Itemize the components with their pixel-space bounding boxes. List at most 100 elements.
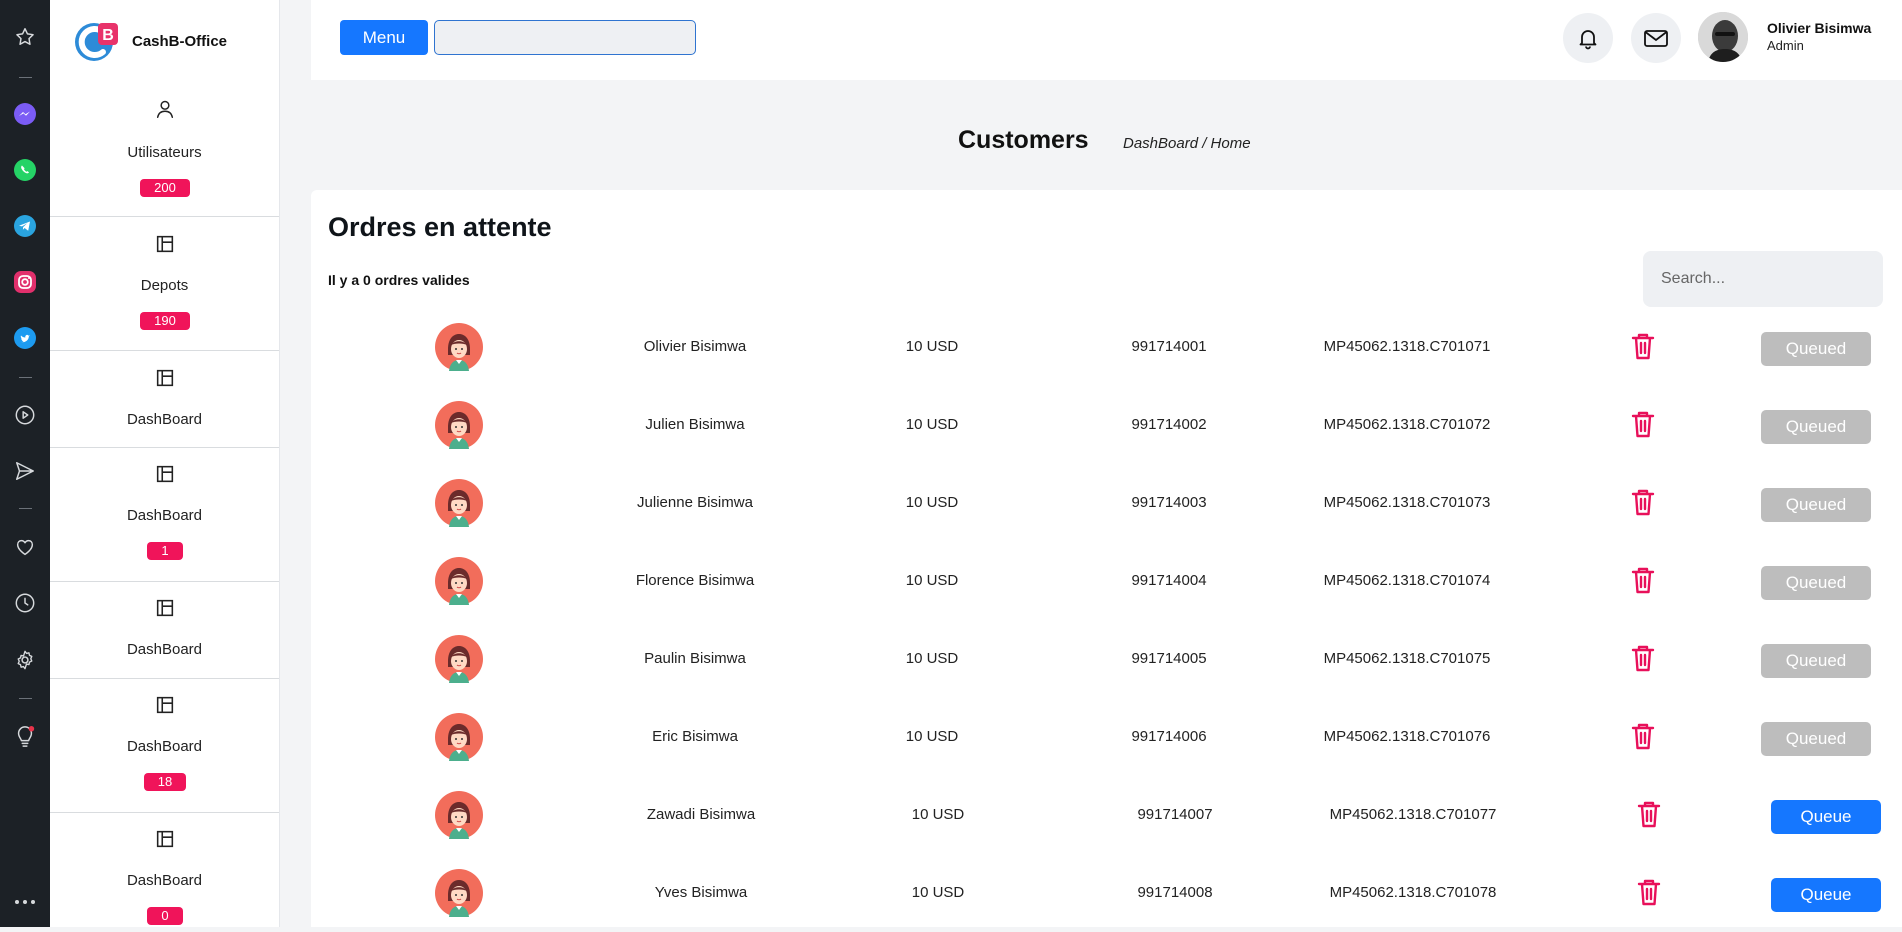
messenger-icon[interactable]	[13, 102, 37, 126]
delete-icon[interactable]	[1629, 409, 1657, 439]
settings-icon[interactable]	[13, 648, 37, 672]
rail-divider	[19, 377, 32, 378]
table-row[interactable]: Yves Bisimwa 10 USD 991714008 MP45062.1318.…	[311, 854, 1902, 932]
sidebar-item-dashboard[interactable]: DashBoard	[50, 582, 279, 679]
mail-icon	[1644, 30, 1668, 47]
queue-button[interactable]: Queue	[1771, 800, 1881, 834]
top-bar: Menu Olivier Bisimwa Admin	[311, 0, 1902, 80]
instagram-icon[interactable]	[13, 270, 37, 294]
rail-divider	[19, 698, 32, 699]
delete-icon[interactable]	[1629, 721, 1657, 751]
order-reference: MP45062.1318.C701074	[1323, 572, 1491, 589]
table-row[interactable]: Florence Bisimwa 10 USD 991714004 MP45062.1…	[311, 542, 1902, 620]
layout-icon	[156, 235, 174, 253]
customer-name: Julienne Bisimwa	[637, 494, 753, 511]
user-avatar[interactable]	[1698, 12, 1748, 62]
queue-button[interactable]: Queue	[1771, 878, 1881, 912]
star-icon[interactable]	[13, 25, 37, 49]
queued-button[interactable]: Queued	[1761, 488, 1871, 522]
delete-icon[interactable]	[1629, 331, 1657, 361]
whatsapp-icon[interactable]	[13, 158, 37, 182]
notifications-button[interactable]	[1563, 13, 1613, 63]
table-row[interactable]: Zawadi Bisimwa 10 USD 991714007 MP45062.131…	[311, 776, 1902, 854]
brand[interactable]: B CashB-Office	[72, 18, 227, 64]
table-row[interactable]: Julienne Bisimwa 10 USD 991714003 MP45062.1…	[311, 464, 1902, 542]
customer-name: Paulin Bisimwa	[644, 650, 746, 667]
order-amount: 10 USD	[905, 494, 959, 511]
customer-name: Zawadi Bisimwa	[646, 806, 756, 823]
heart-icon[interactable]	[13, 535, 37, 559]
count-badge: 190	[140, 312, 190, 330]
order-reference: MP45062.1318.C701072	[1323, 416, 1491, 433]
sidebar-item-dashboard[interactable]: DashBoard 18	[50, 679, 279, 813]
sidebar-item-label: DashBoard	[126, 872, 203, 889]
telegram-icon[interactable]	[13, 214, 37, 238]
delete-icon[interactable]	[1635, 799, 1663, 829]
layout-icon	[156, 369, 174, 387]
order-amount: 10 USD	[911, 884, 965, 901]
page-title: Customers	[958, 126, 1089, 154]
breadcrumb[interactable]: DashBoard / Home	[1123, 135, 1251, 152]
table-row[interactable]: Paulin Bisimwa 10 USD 991714005 MP45062.131…	[311, 620, 1902, 698]
queued-button[interactable]: Queued	[1761, 332, 1871, 366]
delete-icon[interactable]	[1629, 565, 1657, 595]
customer-name: Eric Bisimwa	[652, 728, 738, 745]
customer-avatar	[435, 401, 483, 449]
customer-avatar	[435, 479, 483, 527]
delete-icon[interactable]	[1629, 487, 1657, 517]
more-icon[interactable]	[13, 890, 37, 914]
sidebar-item-dashboard[interactable]: DashBoard 1	[50, 448, 279, 582]
order-phone: 991714006	[1131, 728, 1207, 745]
count-badge: 18	[144, 773, 186, 791]
count-badge: 200	[140, 179, 190, 197]
app-sidebar: B CashB-Office Utilisateurs 200 Depots 1…	[50, 0, 280, 927]
customer-name: Florence Bisimwa	[635, 572, 755, 589]
order-phone: 991714004	[1131, 572, 1207, 589]
layout-icon	[156, 465, 174, 483]
rail-divider	[19, 77, 32, 78]
sidebar-item-label: Depots	[140, 277, 189, 294]
queued-button[interactable]: Queued	[1761, 410, 1871, 444]
user-icon	[156, 100, 174, 118]
customer-avatar	[435, 869, 483, 917]
messages-button[interactable]	[1631, 13, 1681, 63]
orders-card: Ordres en attente Il y a 0 ordres valide…	[311, 190, 1902, 927]
order-reference: MP45062.1318.C701073	[1323, 494, 1491, 511]
layout-icon	[156, 696, 174, 714]
play-icon[interactable]	[13, 403, 37, 427]
order-phone: 991714002	[1131, 416, 1207, 433]
queued-button[interactable]: Queued	[1761, 566, 1871, 600]
customer-avatar	[435, 323, 483, 371]
top-search-input[interactable]	[434, 20, 696, 55]
order-phone: 991714003	[1131, 494, 1207, 511]
orders-summary: Il y a 0 ordres valides	[328, 272, 470, 288]
delete-icon[interactable]	[1629, 643, 1657, 673]
sidebar-item-utilisateurs[interactable]: Utilisateurs 200	[50, 82, 279, 217]
sidebar-item-label: DashBoard	[126, 738, 203, 755]
count-badge: 1	[147, 542, 183, 560]
search-input[interactable]	[1643, 251, 1883, 307]
twitter-icon[interactable]	[13, 326, 37, 350]
table-row[interactable]: Julien Bisimwa 10 USD 991714002 MP45062.131…	[311, 386, 1902, 464]
sidebar-item-dashboard[interactable]: DashBoard 0	[50, 813, 279, 927]
customer-avatar	[435, 791, 483, 839]
menu-button[interactable]: Menu	[340, 20, 428, 55]
sidebar-item-label: DashBoard	[126, 507, 203, 524]
app-name: CashB-Office	[132, 32, 228, 50]
send-icon[interactable]	[13, 459, 37, 483]
sidebar-item-dashboard[interactable]: DashBoard	[50, 351, 279, 448]
table-row[interactable]: Eric Bisimwa 10 USD 991714006 MP45062.1318.…	[311, 698, 1902, 776]
order-amount: 10 USD	[905, 416, 959, 433]
order-phone: 991714007	[1137, 806, 1213, 823]
layout-icon	[156, 599, 174, 617]
customer-name: Olivier Bisimwa	[643, 338, 747, 355]
order-reference: MP45062.1318.C701075	[1323, 650, 1491, 667]
table-row[interactable]: Olivier Bisimwa 10 USD 991714001 MP45062.13…	[311, 308, 1902, 386]
queued-button[interactable]: Queued	[1761, 722, 1871, 756]
user-name: Olivier Bisimwa	[1767, 20, 1872, 36]
lightbulb-icon[interactable]	[13, 725, 37, 749]
queued-button[interactable]: Queued	[1761, 644, 1871, 678]
delete-icon[interactable]	[1635, 877, 1663, 907]
sidebar-item-depots[interactable]: Depots 190	[50, 217, 279, 351]
clock-icon[interactable]	[13, 591, 37, 615]
